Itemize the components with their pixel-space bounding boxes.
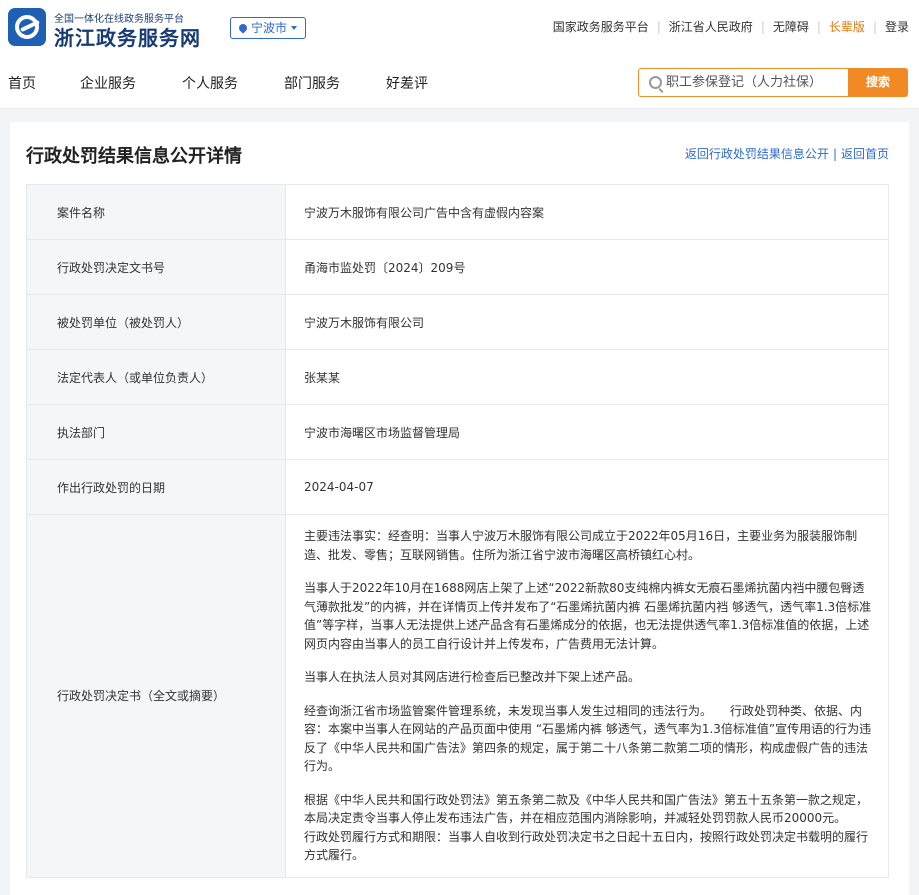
nav-item-personal[interactable]: 个人服务 <box>182 73 238 93</box>
location-pin-icon <box>237 22 249 34</box>
divider: | <box>656 19 661 34</box>
table-row: 被处罚单位（被处罚人） 宁波万木服饰有限公司 <box>26 294 889 350</box>
top-links: 国家政务服务平台 | 浙江省人民政府 | 无障碍 | 长辈版 | 登录 <box>553 18 909 35</box>
divider: | <box>872 19 877 34</box>
field-label: 被处罚单位（被处罚人） <box>26 294 286 350</box>
search-input[interactable] <box>666 69 844 96</box>
field-label: 案件名称 <box>26 184 286 240</box>
decision-paragraph: 主要违法事实：经查明：当事人宁波万木服饰有限公司成立于2022年05月16日，主… <box>304 529 858 562</box>
divider: | <box>816 19 821 34</box>
field-value: 2024-04-07 <box>285 459 889 515</box>
field-label: 行政处罚决定书（全文或摘要） <box>26 514 286 878</box>
nav-item-review[interactable]: 好差评 <box>386 73 428 93</box>
link-accessibility[interactable]: 无障碍 <box>773 18 809 35</box>
decision-paragraph: 根据《中华人民共和国行政处罚法》第五条第二款及《中华人民共和国广告法》第五十五条… <box>304 792 869 863</box>
caret-down-icon <box>291 26 297 30</box>
field-value: 宁波万木服饰有限公司广告中含有虚假内容案 <box>285 184 889 240</box>
panel-links: 返回行政处罚结果信息公开 | 返回首页 <box>685 145 889 162</box>
field-label: 行政处罚决定文书号 <box>26 239 286 295</box>
table-row: 执法部门 宁波市海曙区市场监督管理局 <box>26 404 889 460</box>
nav-item-enterprise[interactable]: 企业服务 <box>80 73 136 93</box>
field-value: 宁波市海曙区市场监督管理局 <box>285 404 889 460</box>
link-elder-mode[interactable]: 长辈版 <box>829 18 865 35</box>
divider: | <box>832 147 837 161</box>
detail-panel: 行政处罚结果信息公开详情 返回行政处罚结果信息公开 | 返回首页 案件名称 宁波万木… <box>10 122 909 895</box>
back-to-home-link[interactable]: 返回首页 <box>841 147 889 161</box>
search-box <box>638 68 848 97</box>
field-value: 宁波万木服饰有限公司 <box>285 294 889 350</box>
search-icon <box>649 76 662 89</box>
page-title: 行政处罚结果信息公开详情 <box>26 146 242 167</box>
field-label: 作出行政处罚的日期 <box>26 459 286 515</box>
city-label: 宁波市 <box>250 21 287 35</box>
link-national-platform[interactable]: 国家政务服务平台 <box>553 18 649 35</box>
field-value: 张某某 <box>285 349 889 405</box>
divider: | <box>760 19 765 34</box>
nav-item-home[interactable]: 首页 <box>8 73 36 93</box>
table-row: 行政处罚决定文书号 甬海市监处罚〔2024〕209号 <box>26 239 889 295</box>
field-label: 执法部门 <box>26 404 286 460</box>
nav-item-department[interactable]: 部门服务 <box>284 73 340 93</box>
city-selector[interactable]: 宁波市 <box>230 17 306 39</box>
back-to-list-link[interactable]: 返回行政处罚结果信息公开 <box>685 147 829 161</box>
field-value: 甬海市监处罚〔2024〕209号 <box>285 239 889 295</box>
site-logo-icon[interactable] <box>8 8 46 46</box>
decision-paragraph: 当事人于2022年10月在1688网店上架了上述“2022新款80支纯棉内裤女无… <box>304 581 872 651</box>
decision-paragraph: 经查询浙江省市场监管案件管理系统，未发现当事人发生过相同的违法行为。 行政处罚种… <box>304 703 872 774</box>
login-link[interactable]: 登录 <box>885 18 909 35</box>
decision-paragraph: 当事人在执法人员对其网店进行检查后已整改并下架上述产品。 <box>304 670 641 684</box>
field-label: 法定代表人（或单位负责人） <box>26 349 286 405</box>
detail-table: 案件名称 宁波万木服饰有限公司广告中含有虚假内容案 行政处罚决定文书号 甬海市监… <box>26 184 889 878</box>
main-nav: 首页 企业服务 个人服务 部门服务 好差评 搜索 <box>0 56 919 109</box>
table-row: 行政处罚决定书（全文或摘要） 主要违法事实：经查明：当事人宁波万木服饰有限公司成… <box>26 514 889 878</box>
search-button[interactable]: 搜索 <box>848 68 908 97</box>
table-row: 案件名称 宁波万木服饰有限公司广告中含有虚假内容案 <box>26 184 889 240</box>
link-provincial-gov[interactable]: 浙江省人民政府 <box>669 18 753 35</box>
table-row: 作出行政处罚的日期 2024-04-07 <box>26 459 889 515</box>
top-header: 全国一体化在线政务服务平台 浙江政务服务网 宁波市 国家政务服务平台 | 浙江省… <box>0 0 919 56</box>
logo-title[interactable]: 浙江政务服务网 <box>54 22 201 51</box>
table-row: 法定代表人（或单位负责人） 张某某 <box>26 349 889 405</box>
decision-text: 主要违法事实：经查明：当事人宁波万木服饰有限公司成立于2022年05月16日，主… <box>285 514 889 878</box>
